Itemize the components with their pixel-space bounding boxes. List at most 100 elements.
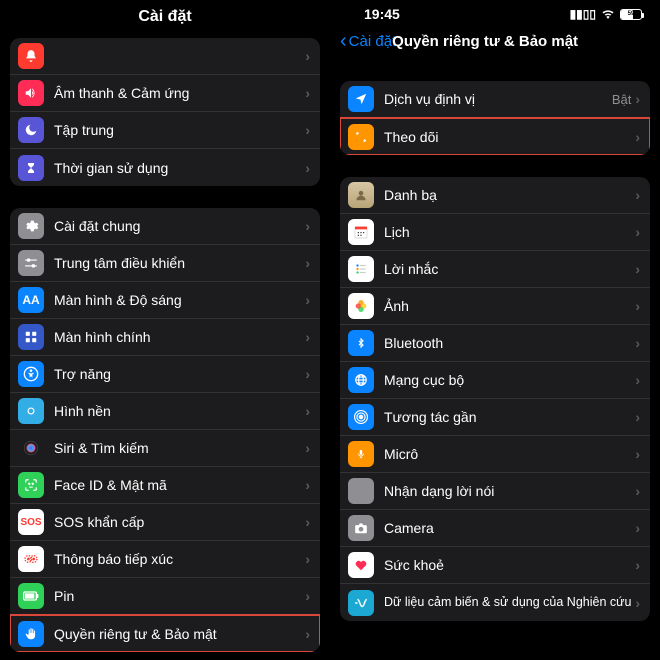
group-notifications: › Âm thanh & Cảm ứng › Tập trung › Thời … <box>10 38 320 186</box>
hourglass-icon <box>18 155 44 181</box>
chevron-right-icon: › <box>305 255 310 271</box>
row-contacts[interactable]: Danh bạ › <box>340 177 650 214</box>
row-bluetooth[interactable]: Bluetooth › <box>340 325 650 362</box>
row-location-services[interactable]: Dịch vụ định vị Bật › <box>340 81 650 118</box>
row-label: Màn hình & Độ sáng <box>54 292 305 308</box>
row-sos[interactable]: SOS SOS khẩn cấp › <box>10 504 320 541</box>
row-label: Trợ năng <box>54 366 305 382</box>
row-label: Bluetooth <box>384 335 635 351</box>
row-wallpaper[interactable]: Hình nền › <box>10 393 320 430</box>
chevron-right-icon: › <box>305 440 310 456</box>
chevron-right-icon: › <box>635 409 640 425</box>
chevron-right-icon: › <box>635 520 640 536</box>
row-screentime[interactable]: Thời gian sử dụng › <box>10 149 320 186</box>
row-label: Thông báo tiếp xúc <box>54 551 305 567</box>
gear-icon <box>18 213 44 239</box>
row-microphone[interactable]: Micrô › <box>340 436 650 473</box>
row-label: Dịch vụ định vị <box>384 91 612 107</box>
mic-icon <box>348 441 374 467</box>
row-label: Hình nền <box>54 403 305 419</box>
row-reminders[interactable]: Lời nhắc › <box>340 251 650 288</box>
speaker-icon <box>18 80 44 106</box>
group-app-privacy: Danh bạ › Lịch › Lời nhắc › Ảnh › Blueto… <box>340 177 650 621</box>
row-camera[interactable]: Camera › <box>340 510 650 547</box>
row-label: Cài đặt chung <box>54 218 305 234</box>
row-label: Nhận dạng lời nói <box>384 483 635 499</box>
row-label: Ảnh <box>384 298 635 314</box>
row-label: Lời nhắc <box>384 261 635 277</box>
research-icon <box>348 590 374 616</box>
row-control-center[interactable]: Trung tâm điều khiển › <box>10 245 320 282</box>
chevron-right-icon: › <box>305 122 310 138</box>
network-icon <box>348 367 374 393</box>
row-tracking[interactable]: Theo dõi › <box>340 118 650 155</box>
row-display[interactable]: AA Màn hình & Độ sáng › <box>10 282 320 319</box>
chevron-right-icon: › <box>635 595 640 611</box>
row-label: Màn hình chính <box>54 329 305 345</box>
row-health[interactable]: Sức khoẻ › <box>340 547 650 584</box>
row-siri[interactable]: Siri & Tìm kiếm › <box>10 430 320 467</box>
row-label: Mạng cục bộ <box>384 372 635 388</box>
text-aa-icon: AA <box>18 287 44 313</box>
hand-icon <box>18 621 44 647</box>
chevron-right-icon: › <box>305 329 310 345</box>
chevron-right-icon: › <box>635 261 640 277</box>
faceid-icon <box>18 472 44 498</box>
status-bar: 19:45 ▮▮▯▯ 59 <box>330 0 660 24</box>
row-label: Camera <box>384 520 635 536</box>
row-label: Sức khoẻ <box>384 557 635 573</box>
status-time: 19:45 <box>364 6 400 22</box>
reminders-icon <box>348 256 374 282</box>
chevron-right-icon: › <box>635 446 640 462</box>
row-battery[interactable]: Pin › <box>10 578 320 615</box>
row-privacy[interactable]: Quyền riêng tư & Bảo mật › <box>10 615 320 652</box>
chevron-right-icon: › <box>635 298 640 314</box>
chevron-right-icon: › <box>305 588 310 604</box>
row-focus[interactable]: Tập trung › <box>10 112 320 149</box>
group-general: Cài đặt chung › Trung tâm điều khiển › A… <box>10 208 320 652</box>
bluetooth-icon <box>348 330 374 356</box>
row-sounds[interactable]: Âm thanh & Cảm ứng › <box>10 75 320 112</box>
tracking-icon <box>348 124 374 150</box>
row-accessibility[interactable]: Trợ năng › <box>10 356 320 393</box>
chevron-right-icon: › <box>305 514 310 530</box>
row-notifications[interactable]: › <box>10 38 320 75</box>
privacy-screen: 19:45 ▮▮▯▯ 59 ‹ Cài đặt Quyền riêng tư &… <box>330 0 660 660</box>
chevron-right-icon: › <box>635 224 640 240</box>
row-local-network[interactable]: Mạng cục bộ › <box>340 362 650 399</box>
chevron-right-icon: › <box>305 477 310 493</box>
row-label: Micrô <box>384 446 635 462</box>
chevron-right-icon: › <box>305 160 310 176</box>
location-icon <box>348 86 374 112</box>
row-home-screen[interactable]: Màn hình chính › <box>10 319 320 356</box>
calendar-icon <box>348 219 374 245</box>
row-label: Dữ liệu cảm biến & sử dụng của Nghiên cứ… <box>384 596 635 610</box>
switches-icon <box>18 250 44 276</box>
chevron-right-icon: › <box>635 372 640 388</box>
row-exposure[interactable]: Thông báo tiếp xúc › <box>10 541 320 578</box>
row-label: Tập trung <box>54 122 305 138</box>
camera-icon <box>348 515 374 541</box>
siri-icon <box>18 435 44 461</box>
row-label: Quyền riêng tư & Bảo mật <box>54 626 305 642</box>
photos-icon <box>348 293 374 319</box>
row-speech[interactable]: Nhận dạng lời nói › <box>340 473 650 510</box>
chevron-right-icon: › <box>635 483 640 499</box>
row-label: Âm thanh & Cảm ứng <box>54 85 305 101</box>
row-value: Bật <box>612 92 632 107</box>
row-nearby[interactable]: Tương tác gần › <box>340 399 650 436</box>
row-photos[interactable]: Ảnh › <box>340 288 650 325</box>
page-title: Cài đặt <box>0 0 330 38</box>
row-label: Danh bạ <box>384 187 635 203</box>
row-faceid[interactable]: Face ID & Mật mã › <box>10 467 320 504</box>
sos-icon: SOS <box>18 509 44 535</box>
signal-icon: ▮▮▯▯ <box>570 7 596 21</box>
battery-icon <box>18 583 44 609</box>
row-calendar[interactable]: Lịch › <box>340 214 650 251</box>
row-research[interactable]: Dữ liệu cảm biến & sử dụng của Nghiên cứ… <box>340 584 650 621</box>
row-general[interactable]: Cài đặt chung › <box>10 208 320 245</box>
row-label: Pin <box>54 588 305 604</box>
chevron-right-icon: › <box>635 91 640 107</box>
page-title: Quyền riêng tư & Bảo mật <box>380 33 650 50</box>
speech-icon <box>348 478 374 504</box>
